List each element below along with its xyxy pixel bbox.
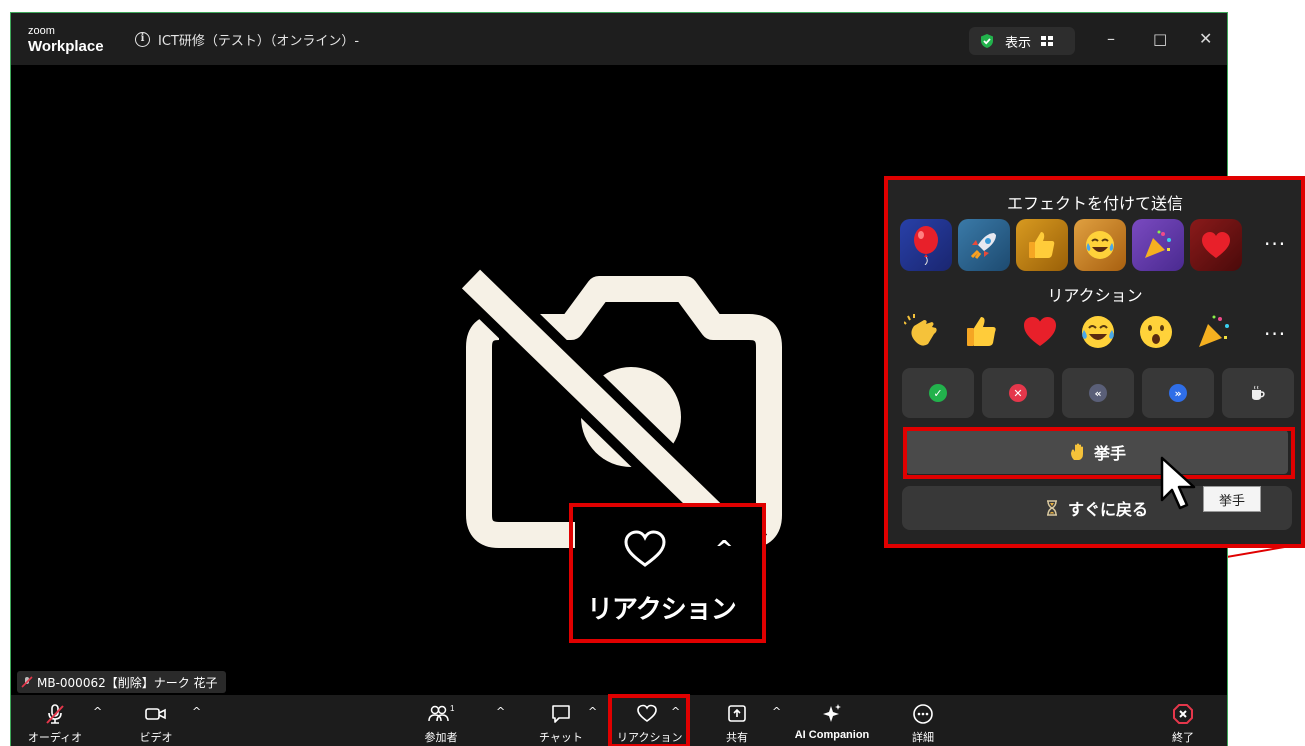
meeting-title-text: ICT研修（テスト）（オンライン）-	[158, 34, 360, 49]
more-ellipsis-icon	[913, 704, 933, 724]
video-options-caret[interactable]: ^	[192, 705, 201, 718]
share-screen-icon	[728, 705, 746, 722]
screenshot: zoom Workplace i ICT研修（テスト）（オンライン）- 表示 –	[0, 0, 1305, 746]
ai-companion-label: AI Companion	[794, 729, 870, 741]
muted-mic-icon	[46, 704, 64, 724]
participant-name-tag: MB-000062【削除】ナーク 花子	[17, 671, 226, 693]
chat-button[interactable]: チャット	[531, 703, 591, 745]
reactions-button-highlight	[608, 694, 690, 746]
mouse-cursor-icon	[1160, 456, 1196, 510]
participant-name: MB-000062【削除】ナーク 花子	[37, 675, 218, 690]
share-button[interactable]: 共有	[707, 703, 767, 745]
participants-button[interactable]: 1 参加者	[411, 703, 471, 745]
ai-companion-button[interactable]: AI Companion	[791, 703, 873, 741]
chat-label: チャット	[539, 731, 583, 744]
end-button[interactable]: 終了	[1153, 703, 1213, 745]
more-button[interactable]: 詳細	[893, 703, 953, 745]
view-button[interactable]: 表示	[969, 27, 1075, 55]
info-icon[interactable]: i	[135, 32, 150, 47]
end-meeting-icon	[1173, 704, 1193, 724]
raise-hand-highlight	[903, 427, 1295, 479]
grid-view-icon	[1041, 36, 1054, 46]
minimize-button[interactable]: –	[1107, 29, 1115, 49]
raise-hand-tooltip: 挙手	[1203, 486, 1261, 512]
reactions-zoom-highlight	[569, 503, 766, 643]
logo-workplace-text: Workplace	[28, 38, 104, 55]
close-window-button[interactable]: ✕	[1199, 29, 1212, 49]
sparkle-icon	[823, 704, 841, 722]
end-label: 終了	[1172, 731, 1194, 744]
participants-label: 参加者	[424, 731, 458, 744]
title-bar: zoom Workplace i ICT研修（テスト）（オンライン）- 表示 –	[11, 13, 1227, 65]
chat-bubble-icon	[552, 705, 570, 723]
audio-options-caret[interactable]: ^	[93, 705, 102, 718]
muted-mic-icon	[21, 676, 33, 688]
chat-options-caret[interactable]: ^	[588, 705, 597, 718]
meeting-title[interactable]: i ICT研修（テスト）（オンライン）-	[135, 30, 359, 49]
video-camera-icon	[145, 708, 166, 720]
participants-options-caret[interactable]: ^	[496, 705, 505, 718]
logo-zoom-text: zoom	[28, 25, 55, 37]
participants-icon: 1	[428, 704, 455, 722]
shield-check-icon	[981, 34, 993, 48]
audio-button[interactable]: オーディオ	[25, 703, 85, 745]
audio-label: オーディオ	[27, 731, 83, 744]
zoom-logo: zoom Workplace	[28, 25, 104, 55]
share-options-caret[interactable]: ^	[772, 705, 781, 718]
video-label: ビデオ	[139, 731, 173, 744]
share-label: 共有	[726, 731, 748, 744]
view-button-label: 表示	[1005, 35, 1032, 51]
participants-count: 1	[450, 704, 455, 713]
maximize-button[interactable]: □	[1153, 29, 1167, 49]
video-button[interactable]: ビデオ	[126, 703, 186, 745]
more-label: 詳細	[912, 731, 934, 744]
